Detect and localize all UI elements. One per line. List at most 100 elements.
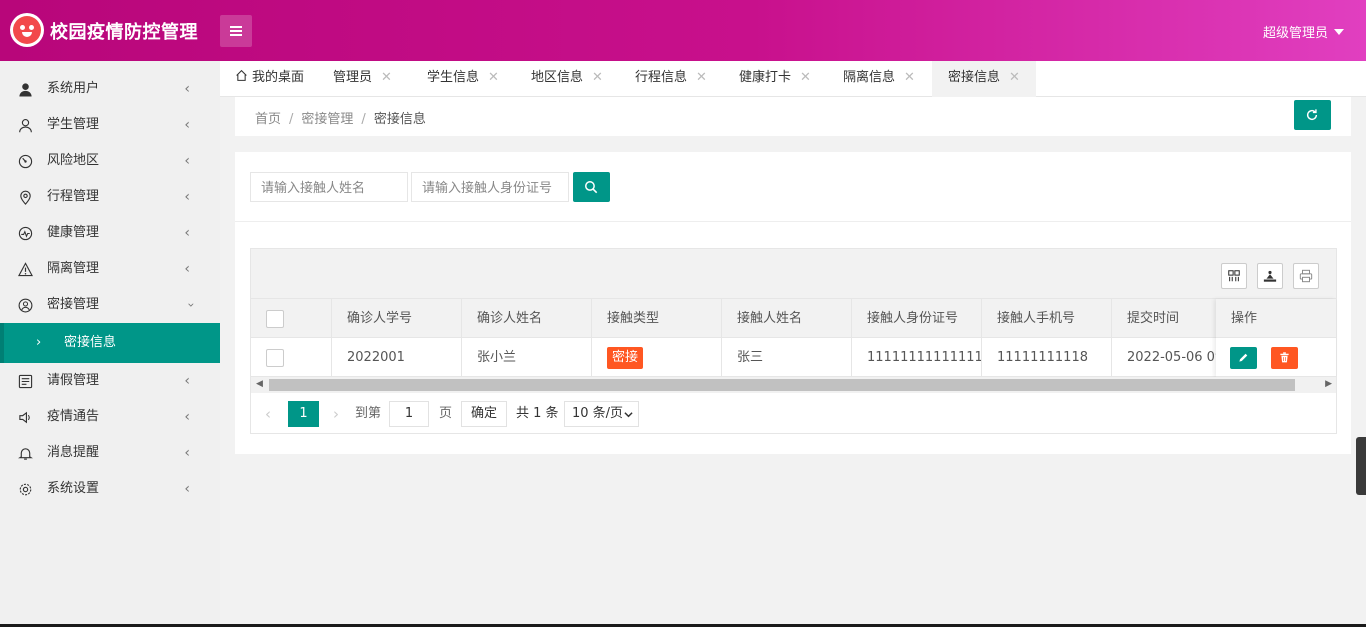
chevron-left-icon: ‹ — [184, 153, 190, 169]
prev-page-icon[interactable]: ‹ — [265, 401, 271, 427]
sidebar-item-leave[interactable]: 请假管理 ‹ — [0, 363, 220, 399]
close-icon[interactable]: ✕ — [488, 70, 499, 85]
close-icon[interactable]: ✕ — [381, 70, 392, 85]
sidebar-item-label: 请假管理 — [47, 373, 100, 388]
cell-contact-phone: 11111111118 — [982, 338, 1112, 377]
edit-button[interactable] — [1230, 347, 1257, 369]
row-checkbox[interactable] — [266, 349, 284, 367]
print-icon — [1299, 269, 1313, 283]
location-pin-icon — [20, 190, 31, 205]
export-button[interactable] — [1257, 263, 1283, 289]
goto-confirm-button[interactable]: 确定 — [461, 401, 507, 427]
tab-label: 地区信息 — [531, 70, 584, 85]
sidebar-item-close-contacts[interactable]: 密接管理 ‹ — [0, 287, 220, 323]
page-size-select[interactable]: 10 条/页 — [564, 401, 639, 427]
page-number-current[interactable]: 1 — [288, 401, 319, 427]
print-button[interactable] — [1293, 263, 1319, 289]
sidebar-item-settings[interactable]: 系统设置 ‹ — [0, 471, 220, 507]
scroll-left-icon[interactable]: ◀ — [256, 379, 263, 389]
sidebar-item-notices[interactable]: 疫情通告 ‹ — [0, 399, 220, 435]
breadcrumb-bar: 首页 / 密接管理 / 密接信息 — [235, 97, 1351, 136]
user-menu[interactable]: 超级管理员 — [1263, 22, 1344, 41]
sidebar: 系统用户 ‹ 学生管理 ‹ 风险地区 ‹ 行程管理 ‹ 健康管理 ‹ 隔离管理 … — [0, 61, 220, 627]
sidebar-item-label: 系统用户 — [47, 81, 100, 96]
breadcrumb-section[interactable]: 密接管理 — [301, 112, 353, 127]
breadcrumb-home[interactable]: 首页 — [255, 112, 281, 127]
pagination: ‹ 1 › 到第 1 页 确定 共 1 条 10 条/页 — [251, 393, 1336, 433]
breadcrumb-current: 密接信息 — [373, 112, 426, 127]
sidebar-item-quarantine[interactable]: 隔离管理 ‹ — [0, 251, 220, 287]
warning-icon — [18, 262, 33, 277]
chevron-left-icon: ‹ — [184, 445, 190, 461]
tab-admins[interactable]: 管理员 ✕ — [333, 61, 392, 97]
contact-id-input[interactable] — [411, 172, 569, 202]
sidebar-item-label: 健康管理 — [47, 225, 100, 240]
column-header[interactable]: 接触类型 — [592, 299, 722, 338]
close-icon[interactable]: ✕ — [1009, 70, 1020, 85]
tab-close-contacts[interactable]: 密接信息 ✕ — [932, 61, 1036, 97]
tab-health-checkin[interactable]: 健康打卡 ✕ — [739, 61, 811, 97]
close-icon[interactable]: ✕ — [696, 70, 707, 85]
tab-desktop[interactable]: 我的桌面 — [235, 61, 304, 97]
sidebar-subitem-close-contact-info[interactable]: › 密接信息 — [0, 323, 220, 363]
close-icon[interactable]: ✕ — [800, 70, 811, 85]
columns-filter-button[interactable] — [1221, 263, 1247, 289]
logo-face-icon — [13, 16, 41, 44]
cell-submit-time: 2022-05-06 09:... — [1127, 350, 1216, 365]
tab-itinerary[interactable]: 行程信息 ✕ — [635, 61, 707, 97]
sidebar-item-messages[interactable]: 消息提醒 ‹ — [0, 435, 220, 471]
sidebar-item-system-users[interactable]: 系统用户 ‹ — [0, 71, 220, 107]
tab-students[interactable]: 学生信息 ✕ — [427, 61, 499, 97]
refresh-button[interactable] — [1294, 100, 1331, 130]
table-toolbar — [251, 249, 1336, 299]
cell-patient-name: 张小兰 — [462, 338, 592, 377]
chevron-left-icon: ‹ — [184, 225, 190, 241]
user-solid-icon — [19, 83, 32, 97]
column-header[interactable]: 提交时间 — [1112, 299, 1216, 338]
tab-bar: 我的桌面 管理员 ✕ 学生信息 ✕ 地区信息 ✕ 行程信息 ✕ 健康打卡 ✕ 隔离信息 ✕ … — [220, 61, 1366, 97]
scroll-right-icon[interactable]: ▶ — [1325, 379, 1332, 389]
tab-areas[interactable]: 地区信息 ✕ — [531, 61, 603, 97]
search-row — [235, 152, 1351, 222]
sidebar-item-health[interactable]: 健康管理 ‹ — [0, 215, 220, 251]
chevron-left-icon: ‹ — [184, 189, 190, 205]
select-all-cell — [251, 299, 332, 338]
chevron-left-icon: ‹ — [184, 117, 190, 133]
tab-quarantine[interactable]: 隔离信息 ✕ — [843, 61, 915, 97]
search-button[interactable] — [573, 172, 610, 202]
contact-name-input[interactable] — [250, 172, 408, 202]
column-header[interactable]: 接触人手机号 — [982, 299, 1112, 338]
horizontal-scrollbar[interactable]: ◀ ▶ — [251, 377, 1336, 393]
app-logo — [10, 13, 44, 47]
total-count: 共 1 条 — [516, 406, 559, 421]
goto-page-input[interactable]: 1 — [389, 401, 429, 427]
user-circle-icon — [18, 298, 33, 313]
next-page-icon[interactable]: › — [333, 401, 339, 427]
contact-type-badge: 密接 — [607, 347, 644, 369]
column-header[interactable]: 确诊人学号 — [332, 299, 462, 338]
sidebar-item-itinerary[interactable]: 行程管理 ‹ — [0, 179, 220, 215]
data-table: 确诊人学号 确诊人姓名 接触类型 接触人姓名 接触人身份证号 接触人手机号 提交… — [250, 248, 1337, 434]
actions-cell — [1216, 338, 1336, 377]
app-title: 校园疫情防控管理 — [50, 22, 198, 43]
goto-label: 到第 — [355, 406, 382, 421]
column-header[interactable]: 接触人姓名 — [722, 299, 852, 338]
sidebar-item-risk-areas[interactable]: 风险地区 ‹ — [0, 143, 220, 179]
tab-label: 学生信息 — [427, 70, 480, 85]
user-name: 超级管理员 — [1262, 26, 1328, 41]
sidebar-item-students[interactable]: 学生管理 ‹ — [0, 107, 220, 143]
floating-side-widget[interactable] — [1356, 437, 1366, 495]
column-header[interactable]: 确诊人姓名 — [462, 299, 592, 338]
tab-label: 健康打卡 — [739, 70, 792, 85]
delete-button[interactable] — [1271, 347, 1298, 369]
scrollbar-thumb[interactable] — [269, 379, 1295, 391]
column-header[interactable]: 接触人身份证号 — [852, 299, 982, 338]
menu-toggle-button[interactable] — [220, 15, 252, 47]
select-all-checkbox[interactable] — [266, 310, 284, 328]
tab-label: 我的桌面 — [252, 70, 305, 85]
sidebar-subitem-label: 密接信息 — [64, 335, 117, 350]
close-icon[interactable]: ✕ — [904, 70, 915, 85]
sidebar-item-label: 消息提醒 — [47, 445, 100, 460]
close-icon[interactable]: ✕ — [592, 70, 603, 85]
main-panel: 确诊人学号 确诊人姓名 接触类型 接触人姓名 接触人身份证号 接触人手机号 提交… — [235, 152, 1351, 454]
